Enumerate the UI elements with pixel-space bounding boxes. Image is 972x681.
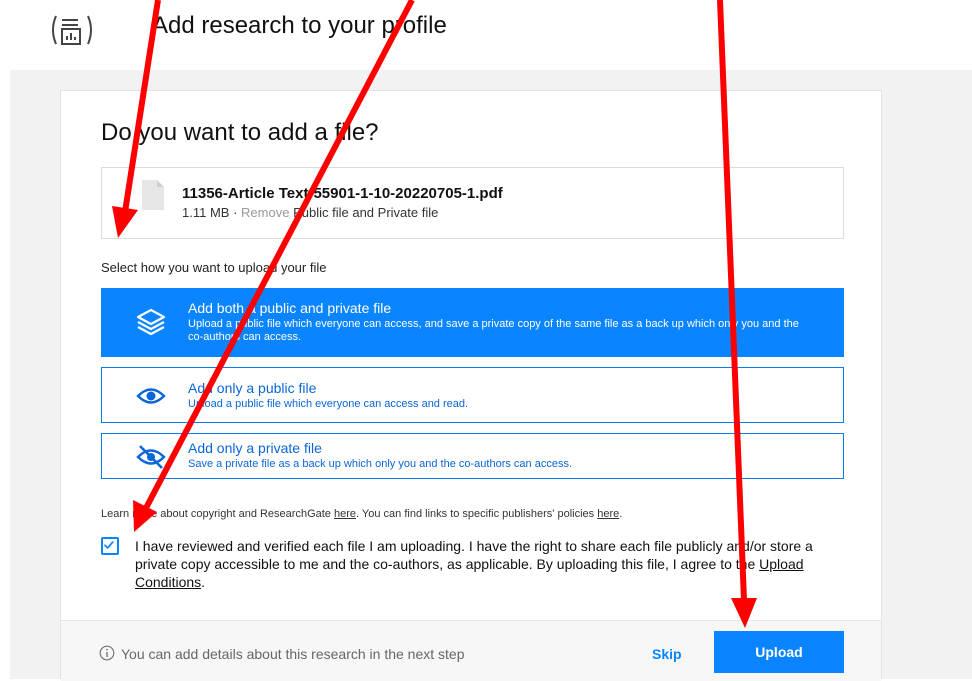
eye-off-icon bbox=[136, 445, 166, 469]
option-public-and-private[interactable]: Add both a public and private file Uploa… bbox=[101, 288, 844, 357]
file-visibility: Public file and Private file bbox=[293, 205, 439, 220]
consent-text: I have reviewed and verified each file I… bbox=[135, 537, 835, 591]
option-title: Add both a public and private file bbox=[188, 300, 392, 316]
option-private-only[interactable]: Add only a private file Save a private f… bbox=[101, 433, 844, 479]
remove-file-link[interactable]: Remove bbox=[241, 205, 289, 220]
consent-end: . bbox=[201, 574, 206, 590]
copyright-info: Learn more about copyright and ResearchG… bbox=[101, 508, 622, 520]
publisher-text: . You can find links to specific publish… bbox=[356, 508, 598, 520]
research-logo-icon bbox=[52, 15, 92, 45]
upload-dialog: Do you want to add a file? 11356-Article… bbox=[60, 90, 882, 681]
meta-separator: · bbox=[233, 205, 238, 220]
upload-mode-label: Select how you want to upload your file bbox=[101, 260, 327, 275]
file-size: 1.11 MB bbox=[182, 205, 230, 220]
copyright-text: Learn more about copyright and ResearchG… bbox=[101, 508, 334, 520]
dialog-heading: Do you want to add a file? bbox=[101, 119, 379, 146]
option-public-only[interactable]: Add only a public file Upload a public f… bbox=[101, 367, 844, 423]
upload-button[interactable]: Upload bbox=[714, 631, 844, 673]
page-title: Add research to your profile bbox=[152, 12, 447, 39]
period-text: . bbox=[619, 508, 623, 520]
checkmark-icon bbox=[104, 541, 114, 549]
publisher-policies-here-link[interactable]: here bbox=[597, 508, 619, 520]
file-name: 11356-Article Text-55901-1-10-20220705-1… bbox=[182, 185, 503, 202]
file-meta: 1.11 MB · Remove Public file and Private… bbox=[182, 205, 438, 220]
skip-button[interactable]: Skip bbox=[652, 646, 682, 662]
option-description: Save a private file as a back up which o… bbox=[188, 458, 572, 470]
file-icon bbox=[142, 180, 164, 210]
eye-icon bbox=[136, 388, 166, 404]
next-step-hint: You can add details about this research … bbox=[121, 646, 465, 662]
layers-icon bbox=[136, 308, 166, 336]
info-icon bbox=[99, 645, 115, 661]
consent-statement: I have reviewed and verified each file I… bbox=[135, 538, 813, 572]
option-description: Upload a public file which everyone can … bbox=[188, 318, 799, 343]
top-bar: Add research to your profile bbox=[0, 0, 972, 70]
option-title: Add only a public file bbox=[188, 380, 317, 396]
option-description: Upload a public file which everyone can … bbox=[188, 398, 469, 410]
option-title: Add only a private file bbox=[188, 440, 322, 456]
copyright-here-link[interactable]: here bbox=[334, 508, 356, 520]
dialog-footer: You can add details about this research … bbox=[61, 620, 881, 681]
consent-checkbox[interactable] bbox=[101, 537, 119, 555]
file-item: 11356-Article Text-55901-1-10-20220705-1… bbox=[101, 167, 844, 239]
